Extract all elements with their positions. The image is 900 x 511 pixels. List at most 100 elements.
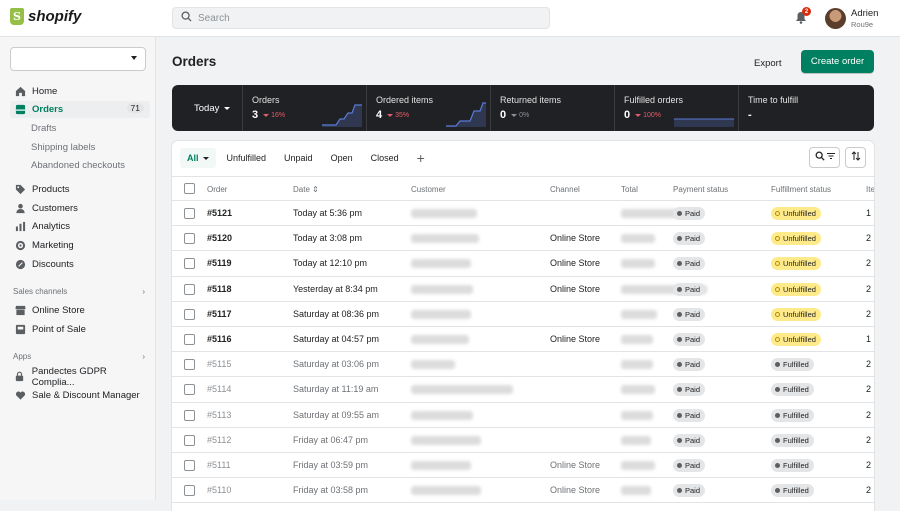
status-dot-icon — [677, 211, 682, 216]
table-row[interactable]: #5116 Saturday at 04:57 pm Online Store Pai… — [172, 327, 874, 353]
row-checkbox[interactable] — [184, 485, 195, 497]
page-scrollbar[interactable] — [888, 37, 900, 500]
sidebar-item-home[interactable]: Home — [10, 83, 150, 100]
search-bar[interactable] — [172, 7, 550, 29]
sidebar-item-point-of-sale[interactable]: Point of Sale — [10, 321, 150, 338]
chevron-right-icon[interactable]: › — [142, 352, 145, 361]
user-avatar[interactable] — [825, 8, 846, 29]
sidebar-item-marketing[interactable]: Marketing — [10, 237, 150, 254]
sidebar-item-label: Drafts — [31, 122, 57, 134]
sidebar-item-drafts[interactable]: Drafts — [10, 120, 150, 137]
order-number[interactable]: #5110 — [207, 485, 231, 495]
user-name[interactable]: Adrien — [851, 8, 878, 19]
order-number[interactable]: #5114 — [207, 384, 231, 394]
sidebar-item-customers[interactable]: Customers — [10, 200, 150, 217]
tab-all[interactable]: All — [180, 148, 216, 168]
table-row[interactable]: #5114 Saturday at 11:19 am Paid Fulfilled 2 — [172, 377, 874, 403]
tab-closed[interactable]: Closed — [364, 148, 406, 168]
column-header-fulfillment-status[interactable]: Fulfillment status — [771, 185, 831, 194]
row-checkbox[interactable] — [184, 308, 195, 320]
stat-fulfilled-orders[interactable]: Fulfilled orders 0 100% — [615, 85, 739, 131]
order-date: Saturday at 08:36 pm — [293, 308, 380, 319]
sidebar-item-label: Sale & Discount Manager — [32, 389, 140, 401]
row-checkbox[interactable] — [184, 460, 195, 471]
table-row[interactable]: #5118 Yesterday at 8:34 pm Online Store Pai… — [172, 277, 874, 302]
row-checkbox[interactable] — [184, 359, 195, 371]
search-filter-button[interactable] — [809, 147, 840, 168]
select-all-checkbox[interactable] — [184, 183, 195, 194]
fulfillment-status-badge: Unfulfilled — [771, 333, 821, 346]
order-number[interactable]: #5116 — [207, 334, 232, 344]
table-row[interactable]: #5115 Saturday at 03:06 pm Paid Fulfilled 2 — [172, 352, 874, 378]
column-header-payment-status[interactable]: Payment status — [673, 185, 728, 194]
tab-unfulfilled[interactable]: Unfulfilled — [220, 148, 274, 168]
badge-label: Paid — [685, 335, 701, 344]
order-number[interactable]: #5115 — [207, 359, 231, 369]
column-header-items[interactable]: Ite — [866, 185, 874, 194]
sidebar-item-shipping-labels[interactable]: Shipping labels — [10, 139, 150, 156]
table-row[interactable]: #5113 Saturday at 09:55 am Paid Fulfilled 2 — [172, 403, 874, 428]
order-number[interactable]: #5118 — [207, 284, 232, 294]
sidebar-item-analytics[interactable]: Analytics — [10, 218, 150, 235]
tab-open[interactable]: Open — [324, 148, 360, 168]
table-row[interactable]: #5117 Saturday at 08:36 pm Paid Unfulfilled… — [172, 302, 874, 327]
row-checkbox[interactable] — [184, 384, 195, 396]
sidebar-item-orders[interactable]: Orders 71 — [10, 101, 150, 118]
column-header-total[interactable]: Total — [621, 185, 638, 194]
stat-ordered-items[interactable]: Ordered items 4 35% — [367, 85, 491, 131]
customer-name-redacted — [411, 360, 455, 370]
order-number[interactable]: #5121 — [207, 208, 232, 218]
tab-unpaid[interactable]: Unpaid — [277, 148, 320, 168]
sidebar-item-online-store[interactable]: Online Store — [10, 302, 150, 319]
store-selector-dropdown[interactable] — [10, 47, 146, 71]
stat-orders[interactable]: Orders 3 16% — [243, 85, 367, 131]
customer-name-redacted — [411, 335, 469, 344]
row-checkbox[interactable] — [184, 283, 195, 295]
row-checkbox[interactable] — [184, 258, 195, 270]
column-header-customer[interactable]: Customer — [411, 185, 446, 194]
add-view-button[interactable]: + — [410, 148, 432, 168]
row-checkbox[interactable] — [184, 334, 195, 345]
sidebar-item-products[interactable]: Products — [10, 181, 150, 198]
sidebar-item-pandectes-gdpr[interactable]: Pandectes GDPR Complia... — [10, 366, 150, 388]
column-header-order[interactable]: Order — [207, 185, 227, 194]
sidebar-item-label: Marketing — [32, 240, 74, 251]
order-total-redacted — [621, 234, 655, 244]
shopify-logo[interactable]: shopify — [10, 8, 81, 25]
column-header-channel[interactable]: Channel — [550, 185, 580, 194]
sort-button[interactable] — [845, 147, 866, 168]
order-number[interactable]: #5113 — [207, 410, 231, 420]
row-checkbox[interactable] — [184, 233, 195, 245]
order-number[interactable]: #5119 — [207, 258, 232, 268]
export-button[interactable]: Export — [745, 52, 790, 74]
table-header: Order Date ⇕ Customer Channel Total Paym… — [172, 176, 874, 201]
table-row[interactable]: #5120 Today at 3:08 pm Online Store Paid Unf… — [172, 226, 874, 252]
stat-returned-items[interactable]: Returned items 0 0% — [491, 85, 615, 131]
order-number[interactable]: #5111 — [207, 460, 231, 470]
row-checkbox[interactable] — [184, 409, 195, 421]
create-order-button[interactable]: Create order — [801, 50, 874, 73]
item-count: 2 — [866, 283, 872, 294]
stat-time-to-fulfill[interactable]: Time to fulfill - — [739, 85, 863, 131]
column-header-date[interactable]: Date ⇕ — [293, 185, 319, 194]
period-selector[interactable]: Today — [172, 85, 243, 131]
search-input[interactable] — [198, 12, 538, 24]
table-row[interactable]: #5111 Friday at 03:59 pm Online Store Paid F… — [172, 453, 874, 479]
order-total-redacted — [621, 335, 653, 344]
sidebar-item-sale-discount-manager[interactable]: Sale & Discount Manager — [10, 387, 150, 404]
stats-bar: Today Orders 3 16% Ordered items 4 35% R… — [172, 85, 874, 131]
row-checkbox[interactable] — [184, 434, 195, 446]
sidebar-item-abandoned-checkouts[interactable]: Abandoned checkouts — [10, 157, 150, 174]
sidebar-item-discounts[interactable]: Discounts — [10, 256, 150, 273]
table-row[interactable]: #5112 Friday at 06:47 pm Paid Fulfilled 2 — [172, 428, 874, 453]
chevron-right-icon[interactable]: › — [142, 287, 145, 296]
order-number[interactable]: #5120 — [207, 233, 232, 243]
order-number[interactable]: #5112 — [207, 435, 231, 445]
status-dot-icon — [677, 286, 682, 292]
table-row[interactable]: #5119 Today at 12:10 pm Online Store Paid Un… — [172, 251, 874, 277]
customer-name-redacted — [411, 309, 471, 319]
table-row[interactable]: #5121 Today at 5:36 pm Paid Unfulfilled 1 — [172, 201, 874, 227]
order-number[interactable]: #5117 — [207, 309, 232, 319]
row-checkbox[interactable] — [184, 208, 195, 219]
main-content: Orders Export Create order Today Orders … — [157, 37, 900, 511]
